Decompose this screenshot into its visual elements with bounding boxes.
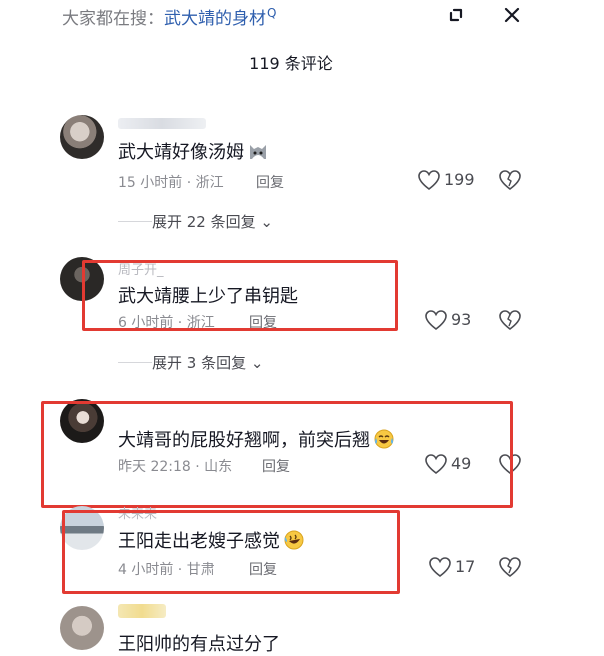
dislike-icon[interactable] (498, 309, 522, 331)
expand-divider (118, 362, 152, 363)
like-heart-icon[interactable] (417, 169, 441, 191)
expand-replies-button[interactable]: 展开 22 条回复 ⌄ (152, 211, 273, 232)
username-blurred (118, 604, 166, 618)
top-bar: 大家都在搜：武大靖的身材Q (0, 0, 604, 36)
search-mark-icon: Q (267, 6, 277, 21)
search-suggestion[interactable]: 大家都在搜：武大靖的身材Q (62, 4, 276, 29)
collapse-icon[interactable] (443, 2, 469, 28)
comment-text: 王阳帅的有点过分了 (118, 634, 280, 655)
chevron-down-icon: ⌄ (246, 354, 264, 372)
like-count: 17 (455, 557, 476, 576)
like-heart-icon[interactable] (424, 309, 448, 331)
highlight-box (41, 401, 513, 508)
like-heart-icon[interactable] (428, 556, 452, 578)
search-suggestion-keyword[interactable]: 武大靖的身材 (164, 9, 266, 29)
avatar[interactable] (60, 115, 104, 159)
username-blurred (118, 118, 206, 129)
like-count: 93 (451, 310, 472, 329)
like-count: 199 (444, 170, 475, 189)
highlight-box (82, 260, 398, 331)
avatar[interactable] (60, 606, 104, 650)
highlight-box (62, 510, 400, 594)
dislike-icon[interactable] (498, 169, 522, 191)
expand-replies-button[interactable]: 展开 3 条回复 ⌄ (152, 352, 263, 373)
comment-text: 武大靖好像汤姆 (118, 138, 269, 164)
close-icon[interactable] (499, 2, 525, 28)
chevron-down-icon: ⌄ (255, 213, 273, 231)
dislike-icon[interactable] (498, 556, 522, 578)
comment-time-location: 15 小时前 · 浙江 (118, 175, 224, 191)
expand-divider (118, 221, 152, 222)
search-suggestion-prefix: 大家都在搜： (62, 9, 164, 29)
comment-count-title: 119 条评论 (249, 54, 333, 73)
reply-button[interactable]: 回复 (256, 172, 284, 192)
cat-face-icon (250, 145, 266, 159)
